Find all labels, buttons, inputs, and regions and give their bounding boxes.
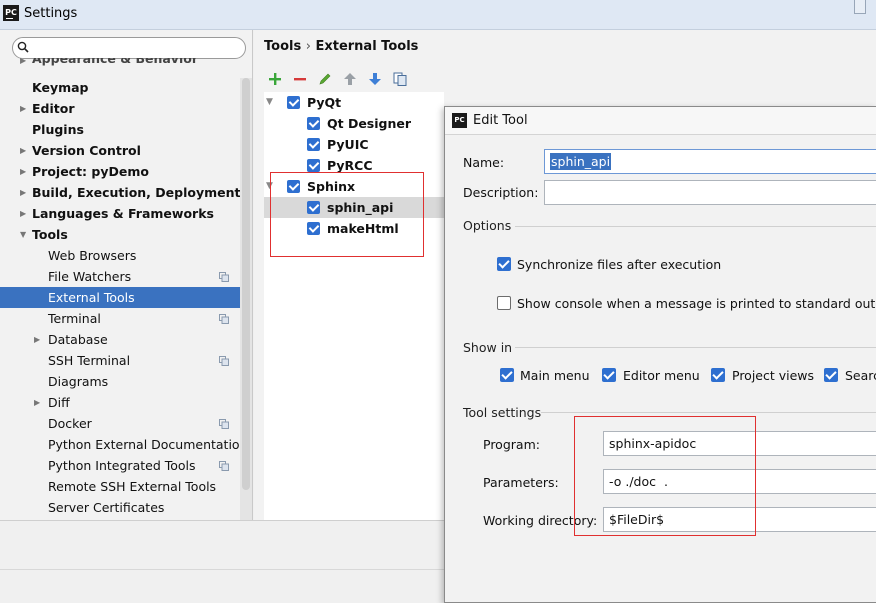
collapse-arrow-icon: ▼ bbox=[20, 230, 27, 239]
collapse-arrow-icon: ▼ bbox=[266, 97, 273, 107]
sidebar-item-python-integrated-tools[interactable]: Python Integrated Tools bbox=[0, 455, 240, 476]
tool-settings-section-title: Tool settings bbox=[463, 405, 542, 420]
window-title: Settings bbox=[24, 6, 78, 21]
options-section-title: Options bbox=[463, 218, 512, 233]
project-settings-icon bbox=[219, 356, 229, 366]
tools-toolbar bbox=[260, 68, 450, 90]
parameters-label: Parameters: bbox=[483, 475, 559, 490]
minus-icon bbox=[294, 78, 306, 81]
pencil-icon bbox=[319, 73, 331, 85]
sidebar-item-keymap[interactable]: Keymap bbox=[0, 77, 240, 98]
add-tool-button[interactable] bbox=[266, 70, 284, 88]
editor-menu-label: Editor menu bbox=[623, 368, 700, 383]
window-close-button[interactable] bbox=[854, 0, 866, 14]
highlight-annotation-box bbox=[574, 416, 756, 536]
edit-tool-title-bar: PC Edit Tool bbox=[445, 107, 876, 135]
pycharm-app-icon: PC bbox=[452, 113, 467, 128]
show-console-label: Show console when a message is printed t… bbox=[517, 296, 876, 311]
arrow-down-icon bbox=[369, 73, 381, 85]
sidebar-item-diagrams[interactable]: Diagrams bbox=[0, 371, 240, 392]
sidebar-item-build[interactable]: ▶ Build, Execution, Deployment bbox=[0, 182, 240, 203]
pyrcc-checkbox[interactable] bbox=[307, 159, 320, 172]
pyqt-group-checkbox[interactable] bbox=[287, 96, 300, 109]
search-results-label: Searc bbox=[845, 368, 876, 383]
edit-tool-dialog: PC Edit Tool Name: sphin_api Description… bbox=[444, 106, 876, 603]
sidebar-item-version-control[interactable]: ▶ Version Control bbox=[0, 140, 240, 161]
show-in-section-title: Show in bbox=[463, 340, 513, 355]
sidebar-item-tools[interactable]: ▼ Tools bbox=[0, 224, 240, 245]
tree-item-pyuic[interactable]: PyUIC bbox=[264, 134, 444, 155]
expand-arrow-icon: ▶ bbox=[20, 104, 27, 113]
edit-tool-button[interactable] bbox=[316, 70, 334, 88]
section-divider bbox=[541, 412, 876, 413]
external-tools-tree: ▼ PyQt Qt Designer PyUIC PyRCC ▼ Sphinx … bbox=[264, 92, 444, 520]
expand-arrow-icon: ▶ bbox=[20, 209, 27, 218]
highlight-annotation-box bbox=[270, 172, 424, 257]
pyuic-checkbox[interactable] bbox=[307, 138, 320, 151]
project-settings-icon bbox=[219, 314, 229, 324]
sidebar-item-web-browsers[interactable]: Web Browsers bbox=[0, 245, 240, 266]
expand-arrow-icon: ▶ bbox=[20, 58, 27, 65]
expand-arrow-icon: ▶ bbox=[20, 167, 27, 176]
sidebar-item-python-external-docs[interactable]: Python External Documentation bbox=[0, 434, 248, 455]
tree-item-qt-designer[interactable]: Qt Designer bbox=[264, 113, 444, 134]
sidebar-item-languages[interactable]: ▶ Languages & Frameworks bbox=[0, 203, 240, 224]
program-label: Program: bbox=[483, 437, 540, 452]
sidebar-item-server-certificates[interactable]: Server Certificates bbox=[0, 497, 240, 518]
breadcrumb: Tools › External Tools bbox=[264, 39, 419, 54]
settings-search-input[interactable] bbox=[12, 37, 246, 59]
sync-files-label: Synchronize files after execution bbox=[517, 257, 722, 272]
sidebar-item-database[interactable]: ▶ Database bbox=[0, 329, 240, 350]
project-settings-icon bbox=[219, 272, 229, 282]
title-bar: PC Settings bbox=[0, 0, 876, 30]
sidebar-item-editor[interactable]: ▶ Editor bbox=[0, 98, 240, 119]
sidebar-item-appearance[interactable]: ▶ Appearance & Behavior bbox=[0, 58, 240, 72]
sidebar-item-remote-ssh-tools[interactable]: Remote SSH External Tools bbox=[0, 476, 240, 497]
sidebar-item-terminal[interactable]: Terminal bbox=[0, 308, 240, 329]
copy-icon bbox=[393, 72, 407, 86]
expand-arrow-icon: ▶ bbox=[34, 398, 41, 407]
qt-designer-checkbox[interactable] bbox=[307, 117, 320, 130]
sidebar-scroll-thumb[interactable] bbox=[242, 78, 250, 490]
expand-arrow-icon: ▶ bbox=[20, 188, 27, 197]
sidebar-item-ssh-terminal[interactable]: SSH Terminal bbox=[0, 350, 240, 371]
sidebar-item-plugins[interactable]: Plugins bbox=[0, 119, 240, 140]
settings-sidebar: ▶ Appearance & Behavior Keymap ▶ Editor … bbox=[0, 30, 253, 520]
remove-tool-button[interactable] bbox=[291, 70, 309, 88]
tree-group-pyqt[interactable]: ▼ PyQt bbox=[264, 92, 444, 113]
main-menu-checkbox[interactable] bbox=[500, 368, 514, 382]
description-field[interactable] bbox=[544, 180, 876, 205]
show-console-checkbox[interactable] bbox=[497, 296, 511, 310]
search-icon bbox=[17, 41, 29, 53]
sidebar-item-diff[interactable]: ▶ Diff bbox=[0, 392, 240, 413]
project-views-checkbox[interactable] bbox=[711, 368, 725, 382]
name-field[interactable]: sphin_api bbox=[544, 149, 876, 174]
name-field-value: sphin_api bbox=[550, 153, 612, 170]
expand-arrow-icon: ▶ bbox=[20, 146, 27, 155]
dialog-title: Edit Tool bbox=[473, 113, 528, 128]
search-results-checkbox[interactable] bbox=[824, 368, 838, 382]
sidebar-item-external-tools[interactable]: External Tools bbox=[0, 287, 240, 308]
name-label: Name: bbox=[463, 155, 505, 170]
main-menu-label: Main menu bbox=[520, 368, 590, 383]
project-settings-icon bbox=[219, 461, 229, 471]
sidebar-item-docker[interactable]: Docker bbox=[0, 413, 240, 434]
description-label: Description: bbox=[463, 185, 539, 200]
move-up-button[interactable] bbox=[341, 70, 359, 88]
section-divider bbox=[515, 347, 876, 348]
project-views-label: Project views bbox=[732, 368, 815, 383]
section-divider bbox=[515, 226, 876, 227]
project-settings-icon bbox=[219, 419, 229, 429]
arrow-up-icon bbox=[344, 73, 356, 85]
sidebar-item-file-watchers[interactable]: File Watchers bbox=[0, 266, 240, 287]
sidebar-item-project[interactable]: ▶ Project: pyDemo bbox=[0, 161, 240, 182]
plus-icon bbox=[269, 73, 281, 85]
pycharm-app-icon: PC bbox=[3, 5, 19, 21]
move-down-button[interactable] bbox=[366, 70, 384, 88]
copy-tool-button[interactable] bbox=[391, 70, 409, 88]
expand-arrow-icon: ▶ bbox=[34, 335, 41, 344]
editor-menu-checkbox[interactable] bbox=[602, 368, 616, 382]
sync-files-checkbox[interactable] bbox=[497, 257, 511, 271]
